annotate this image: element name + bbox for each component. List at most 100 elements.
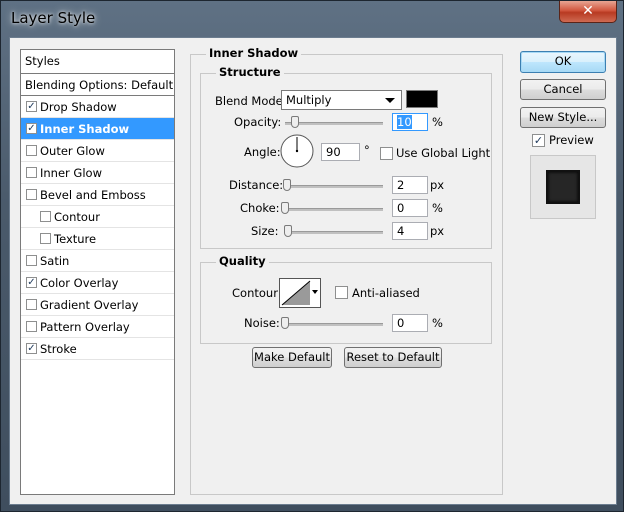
angle-label: Angle: xyxy=(244,145,281,159)
style-checkbox[interactable] xyxy=(26,145,37,156)
opacity-input[interactable]: 10 xyxy=(392,113,428,131)
style-checkbox[interactable] xyxy=(26,321,37,332)
distance-slider-track[interactable] xyxy=(285,185,383,188)
distance-input[interactable]: 2 xyxy=(392,176,428,194)
blend-mode-label: Blend Mode: xyxy=(215,94,287,108)
blending-options-label: Blending Options: Default xyxy=(25,78,174,92)
style-checkbox[interactable]: ✓ xyxy=(26,277,37,288)
blending-options-item[interactable]: Blending Options: Default xyxy=(21,74,174,96)
choke-unit: % xyxy=(432,201,443,215)
choke-input[interactable]: 0 xyxy=(392,199,428,217)
styles-header[interactable]: Styles xyxy=(21,50,174,74)
style-checkbox[interactable] xyxy=(26,299,37,310)
contour-curve-icon xyxy=(281,280,311,306)
choke-slider-track[interactable] xyxy=(285,208,383,211)
use-global-light-checkbox[interactable] xyxy=(380,147,393,160)
new-style-button[interactable]: New Style... xyxy=(520,107,606,128)
blend-mode-select[interactable]: Multiply xyxy=(281,90,402,110)
style-item-label: Satin xyxy=(40,254,70,268)
style-preview xyxy=(530,155,596,219)
style-item-bevel-and-emboss[interactable]: Bevel and Emboss xyxy=(21,184,174,206)
close-button[interactable]: ✕ xyxy=(559,1,617,23)
shadow-color-swatch[interactable] xyxy=(406,90,438,108)
quality-group xyxy=(200,262,492,344)
size-unit: px xyxy=(430,224,445,238)
make-default-button[interactable]: Make Default xyxy=(252,347,332,368)
style-checkbox[interactable] xyxy=(26,255,37,266)
noise-slider-track[interactable] xyxy=(285,323,383,326)
noise-value: 0 xyxy=(397,316,405,330)
style-item-label: Stroke xyxy=(40,342,77,356)
size-value: 4 xyxy=(397,224,405,238)
size-slider-thumb[interactable] xyxy=(284,225,292,237)
distance-label: Distance: xyxy=(229,178,284,192)
style-item-inner-glow[interactable]: Inner Glow xyxy=(21,162,174,184)
style-item-label: Texture xyxy=(54,232,97,246)
title-bar[interactable]: Layer Style ✕ xyxy=(1,1,624,37)
structure-title: Structure xyxy=(216,65,284,79)
quality-title: Quality xyxy=(216,254,269,268)
opacity-label: Opacity: xyxy=(234,115,282,129)
style-item-contour[interactable]: Contour xyxy=(21,206,174,228)
anti-aliased-checkbox[interactable] xyxy=(335,286,348,299)
noise-label: Noise: xyxy=(244,316,280,330)
style-item-label: Outer Glow xyxy=(40,144,105,158)
opacity-slider-track[interactable] xyxy=(285,122,383,125)
contour-label: Contour: xyxy=(232,286,282,300)
style-item-label: Inner Glow xyxy=(40,166,102,180)
style-item-color-overlay[interactable]: ✓ Color Overlay xyxy=(21,272,174,294)
dialog-body: Styles Blending Options: Default ✓ Drop S… xyxy=(9,37,617,505)
angle-input[interactable]: 90 xyxy=(321,143,360,161)
choke-label: Choke: xyxy=(240,201,280,215)
style-item-label: Bevel and Emboss xyxy=(40,188,146,202)
style-item-satin[interactable]: Satin xyxy=(21,250,174,272)
style-item-label: Contour xyxy=(54,210,100,224)
opacity-unit: % xyxy=(432,115,443,129)
styles-header-label: Styles xyxy=(25,54,60,68)
angle-dial-icon xyxy=(280,134,314,168)
styles-list: Styles Blending Options: Default ✓ Drop S… xyxy=(20,49,175,495)
opacity-slider-thumb[interactable] xyxy=(290,116,299,128)
preview-swatch xyxy=(546,170,580,204)
contour-dropdown-icon xyxy=(312,290,318,294)
style-item-drop-shadow[interactable]: ✓ Drop Shadow xyxy=(21,96,174,118)
size-slider-track[interactable] xyxy=(285,231,383,234)
blend-mode-value: Multiply xyxy=(286,93,332,107)
style-item-label: Color Overlay xyxy=(40,276,119,290)
contour-picker[interactable] xyxy=(279,278,321,308)
use-global-light-label: Use Global Light xyxy=(396,146,491,160)
choke-slider-thumb[interactable] xyxy=(281,202,289,214)
style-item-pattern-overlay[interactable]: Pattern Overlay xyxy=(21,316,174,338)
style-item-label: Inner Shadow xyxy=(40,122,130,136)
style-item-inner-shadow[interactable]: ✓ Inner Shadow xyxy=(21,118,174,140)
opacity-value: 10 xyxy=(397,115,412,129)
reset-to-default-button[interactable]: Reset to Default xyxy=(344,347,442,368)
style-checkbox[interactable]: ✓ xyxy=(26,343,37,354)
distance-slider-thumb[interactable] xyxy=(283,179,291,191)
angle-dial[interactable] xyxy=(280,134,314,168)
noise-input[interactable]: 0 xyxy=(392,314,428,332)
ok-button[interactable]: OK xyxy=(520,51,606,73)
cancel-button[interactable]: Cancel xyxy=(520,79,606,100)
style-checkbox[interactable] xyxy=(40,211,51,222)
inner-shadow-title: Inner Shadow xyxy=(206,46,302,60)
anti-aliased-label: Anti-aliased xyxy=(352,286,420,300)
distance-value: 2 xyxy=(397,178,405,192)
preview-checkbox[interactable]: ✓ xyxy=(532,134,545,147)
style-checkbox[interactable]: ✓ xyxy=(26,123,37,134)
noise-slider-thumb[interactable] xyxy=(281,317,289,329)
style-checkbox[interactable] xyxy=(26,167,37,178)
style-checkbox[interactable]: ✓ xyxy=(26,101,37,112)
size-input[interactable]: 4 xyxy=(392,222,428,240)
layer-style-dialog: Layer Style ✕ Styles Blending Options: D… xyxy=(0,0,624,512)
style-item-gradient-overlay[interactable]: Gradient Overlay xyxy=(21,294,174,316)
style-item-outer-glow[interactable]: Outer Glow xyxy=(21,140,174,162)
style-item-stroke[interactable]: ✓ Stroke xyxy=(21,338,174,360)
dialog-title: Layer Style xyxy=(11,9,96,27)
chevron-down-icon xyxy=(385,98,395,103)
style-checkbox[interactable] xyxy=(26,189,37,200)
angle-unit: ° xyxy=(364,143,370,157)
style-item-texture[interactable]: Texture xyxy=(21,228,174,250)
style-checkbox[interactable] xyxy=(40,233,51,244)
angle-value: 90 xyxy=(326,145,341,159)
